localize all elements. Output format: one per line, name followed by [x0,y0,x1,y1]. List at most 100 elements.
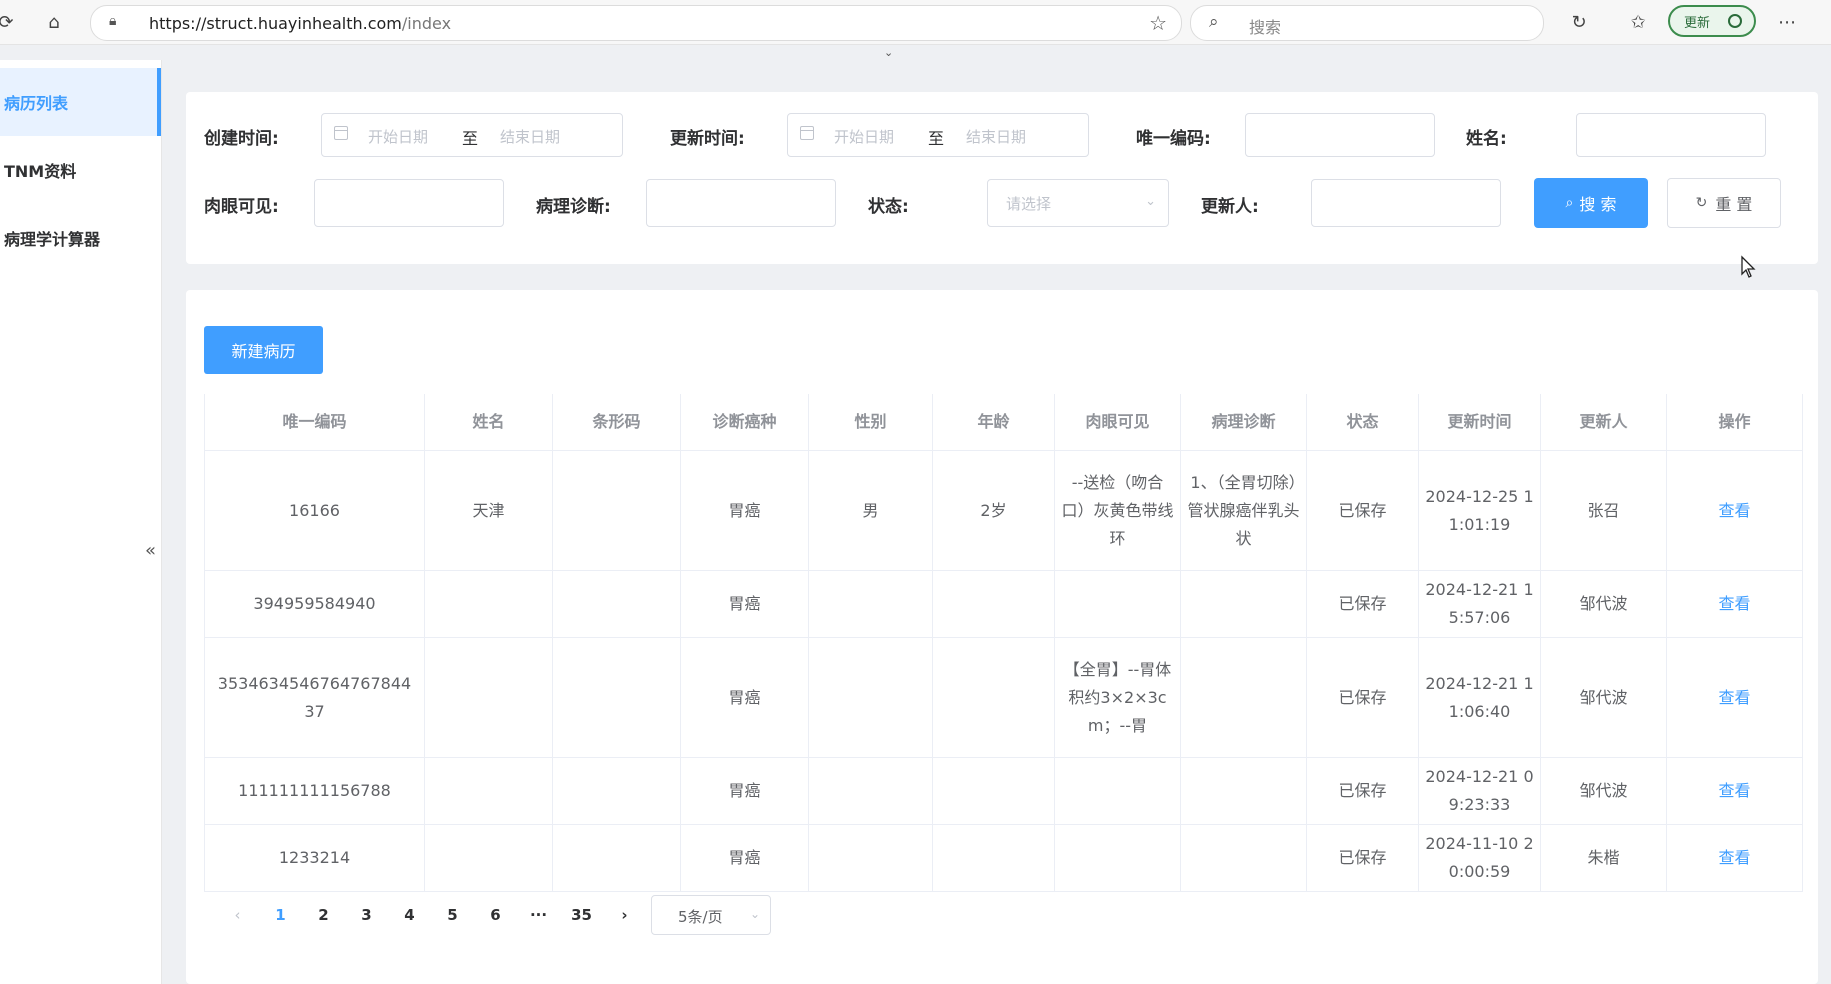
page-number[interactable]: 35 [560,906,603,924]
cell-age [932,570,1055,638]
name-label: 姓名: [1466,129,1507,149]
browser-toolbar: ⟳ ⌂ 🔒︎ https://struct.huayinhealth.com/i… [0,0,1831,45]
view-link[interactable]: 查看 [1718,594,1750,613]
view-link[interactable]: 查看 [1718,848,1750,867]
column-header: 性别 [808,394,933,451]
page-number[interactable]: 1 [259,906,302,924]
page-ellipsis[interactable]: ··· [517,906,560,924]
updated-date-range[interactable]: 开始日期 至 结束日期 [787,113,1089,157]
cell-uid: 1233214 [204,824,425,892]
search-icon: ⌕ [1565,195,1574,211]
cell-action: 查看 [1666,824,1803,892]
table-row: 394959584940 胃癌 已保存 2024-12-21 15:57:06 … [204,570,1803,638]
cell-updater: 张召 [1540,450,1667,571]
cell-updated: 2024-12-21 09:23:33 [1418,757,1541,825]
sidebar-item-records[interactable]: 病历列表 [0,68,161,136]
cell-updater: 邹代波 [1540,757,1667,825]
cell-updater: 邹代波 [1540,637,1667,758]
refresh-icon[interactable]: ↻ [1565,8,1593,36]
page-number[interactable]: 5 [431,906,474,924]
sidebar-item-calculator[interactable]: 病理学计算器 [0,204,161,272]
cell-gross: 【全胃】--胃体积约3×2×3cm；--胃 [1054,637,1181,758]
page-number[interactable]: 2 [302,906,345,924]
cell-gross [1054,757,1181,825]
pathology-input[interactable] [646,179,836,227]
column-header: 年龄 [932,394,1055,451]
cell-barcode [552,824,681,892]
status-label: 状态: [868,197,909,217]
gross-input[interactable] [314,179,504,227]
prev-page-button[interactable]: ‹ [216,906,259,924]
cell-name [424,570,553,638]
chevron-down-icon: ⌄ [1145,194,1156,209]
search-button[interactable]: ⌕ 搜 索 [1534,178,1648,228]
cell-uid: 3534634546764767844 37 [204,637,425,758]
favorites-icon[interactable]: ✩ [1624,8,1652,36]
cell-sex [808,637,933,758]
table-row: 3534634546764767844 37 胃癌 【全胃】--胃体积约3×2×… [204,637,1803,758]
sidebar-collapse-icon[interactable]: « [145,540,156,561]
sidebar-item-label: 病历列表 [4,94,69,113]
uid-input[interactable] [1245,113,1435,157]
status-select[interactable]: 请选择 ⌄ [987,179,1169,227]
home-icon[interactable]: ⌂ [40,8,68,36]
sidebar: 病历列表 TNM资料 病理学计算器 [0,60,162,984]
column-header: 条形码 [552,394,681,451]
created-time-label: 创建时间: [204,129,279,149]
cell-sex [808,824,933,892]
more-menu-icon[interactable]: ⋯ [1773,8,1801,36]
gross-label: 肉眼可见: [204,197,279,217]
reload-icon[interactable]: ⟳ [0,8,20,36]
sidebar-item-label: TNM资料 [4,162,77,181]
status-placeholder: 请选择 [1006,195,1052,213]
page-number[interactable]: 6 [474,906,517,924]
cell-gross: --送检（吻合口）灰黄色带线环 [1054,450,1181,571]
cell-cancer: 胃癌 [680,824,809,892]
cell-name [424,757,553,825]
page-number[interactable]: 4 [388,906,431,924]
cell-updated: 2024-12-21 11:06:40 [1418,637,1541,758]
browser-update-button[interactable]: 更新 [1668,5,1756,37]
view-link[interactable]: 查看 [1718,688,1750,707]
sidebar-item-tnm[interactable]: TNM资料 [0,136,161,204]
cell-updater: 朱楷 [1540,824,1667,892]
favorite-star-icon[interactable]: ☆ [1149,11,1167,35]
cell-barcode [552,450,681,571]
address-bar[interactable]: 🔒︎ https://struct.huayinhealth.com/index… [90,5,1182,41]
cell-cancer: 胃癌 [680,757,809,825]
cell-gross [1054,824,1181,892]
date-end-placeholder: 结束日期 [500,128,561,146]
table-row: 1233214 胃癌 已保存 2024-11-10 20:00:59 朱楷 查看 [204,824,1803,892]
updater-input[interactable] [1311,179,1501,227]
table-row: 111111111156788 胃癌 已保存 2024-12-21 09:23:… [204,757,1803,825]
lock-icon: 🔒︎ [109,13,117,29]
view-link[interactable]: 查看 [1718,781,1750,800]
browser-search-box[interactable]: ⌕ 搜索 [1190,5,1544,41]
cell-status: 已保存 [1306,824,1419,892]
new-record-button[interactable]: 新建病历 [204,326,323,374]
reset-button[interactable]: ↻ 重 置 [1667,178,1781,228]
updater-label: 更新人: [1201,197,1259,217]
cell-name: 天津 [424,450,553,571]
reset-button-label: 重 置 [1715,195,1753,214]
view-link[interactable]: 查看 [1718,501,1750,520]
next-page-button[interactable]: › [603,906,646,924]
column-header: 唯一编码 [204,394,425,451]
name-input[interactable] [1576,113,1766,157]
update-label: 更新 [1684,15,1711,31]
table-row: 16166 天津 胃癌 男 2岁 --送检（吻合口）灰黄色带线环 1、（全胃切除… [204,450,1803,571]
cell-sex [808,757,933,825]
cell-age [932,637,1055,758]
column-header: 操作 [1666,394,1803,451]
cell-age [932,824,1055,892]
created-date-range[interactable]: 开始日期 至 结束日期 [321,113,623,157]
page-number[interactable]: 3 [345,906,388,924]
column-header: 病理诊断 [1180,394,1307,451]
pagination: ‹ 1 2 3 4 5 6 ··· 35 › [216,897,646,933]
date-start-placeholder: 开始日期 [834,128,895,146]
page-size-select[interactable]: 5条/页 ⌄ [651,895,771,935]
chevron-down-icon[interactable]: ⌄ [884,46,893,59]
records-table: 唯一编码 姓名 条形码 诊断癌种 性别 年龄 肉眼可见 病理诊断 状态 更新时间… [204,394,1803,892]
sidebar-item-label: 病理学计算器 [4,230,101,249]
date-separator: 至 [462,129,479,148]
